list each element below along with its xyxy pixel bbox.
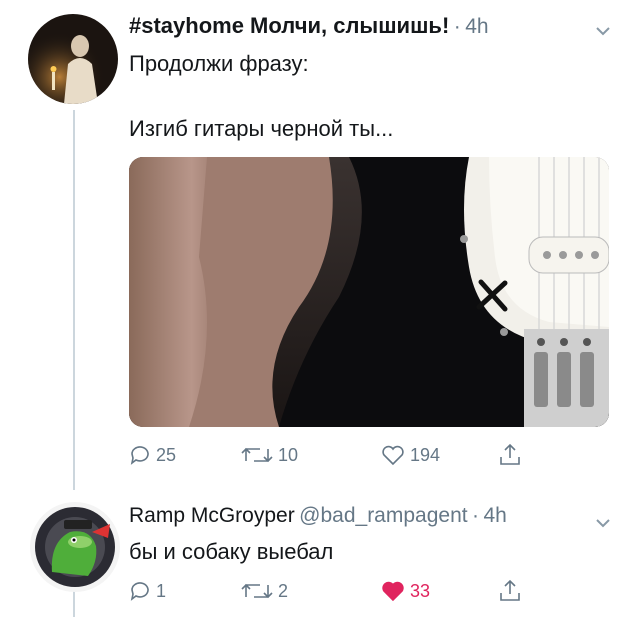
retweet-icon xyxy=(241,583,273,599)
reply-count: 25 xyxy=(156,444,177,465)
like-icon xyxy=(382,445,404,466)
avatar[interactable] xyxy=(28,14,118,104)
like-count: 194 xyxy=(410,444,441,465)
avatar[interactable] xyxy=(30,502,120,592)
share-button[interactable] xyxy=(498,442,526,468)
reply-count: 1 xyxy=(156,580,167,601)
author-name[interactable]: Ramp McGroyper xyxy=(129,504,295,527)
separator-dot: · xyxy=(453,15,461,38)
author-handle[interactable]: @bad_rampagent xyxy=(299,504,467,527)
tweet-actions: 25 10 194 xyxy=(128,442,526,468)
author-name[interactable]: #stayhome Молчи, слышишь! xyxy=(129,13,449,38)
retweet-button[interactable]: 10 xyxy=(240,443,380,467)
retweet-icon xyxy=(241,447,273,463)
tweet-text: бы и собаку выебал xyxy=(129,539,334,564)
reply-button[interactable]: 25 xyxy=(128,443,240,467)
timestamp[interactable]: 4h xyxy=(465,15,488,38)
timestamp[interactable]: 4h xyxy=(484,504,507,527)
retweet-count: 2 xyxy=(278,580,289,601)
chevron-down-icon[interactable] xyxy=(594,514,612,532)
reply-icon xyxy=(130,582,149,601)
tweet-original[interactable]: #stayhome Молчи, слышишь! · 4h Продолжи … xyxy=(0,0,640,480)
tweet-header: #stayhome Молчи, слышишь! · 4h xyxy=(129,13,489,39)
chevron-down-icon[interactable] xyxy=(594,22,612,40)
share-button[interactable] xyxy=(498,578,526,604)
like-icon xyxy=(382,581,404,602)
tweet-actions: 1 2 33 xyxy=(128,578,526,604)
share-icon xyxy=(500,443,520,465)
tweet-header: Ramp McGroyper @bad_rampagent · 4h xyxy=(129,504,507,528)
reply-icon xyxy=(130,446,149,465)
like-button[interactable]: 33 xyxy=(380,579,498,603)
reply-button[interactable]: 1 xyxy=(128,579,240,603)
like-button[interactable]: 194 xyxy=(380,443,498,467)
separator-dot: · xyxy=(472,504,480,527)
like-count: 33 xyxy=(410,580,431,601)
tweet-reply[interactable]: Ramp McGroyper @bad_rampagent · 4h бы и … xyxy=(0,490,640,617)
tweet-media-image[interactable] xyxy=(129,157,609,427)
tweet-text-line2: Изгиб гитары черной ты... xyxy=(129,116,394,141)
retweet-button[interactable]: 2 xyxy=(240,579,380,603)
share-icon xyxy=(500,579,520,601)
tweet-text-line1: Продолжи фразу: xyxy=(129,51,309,76)
retweet-count: 10 xyxy=(278,444,299,465)
